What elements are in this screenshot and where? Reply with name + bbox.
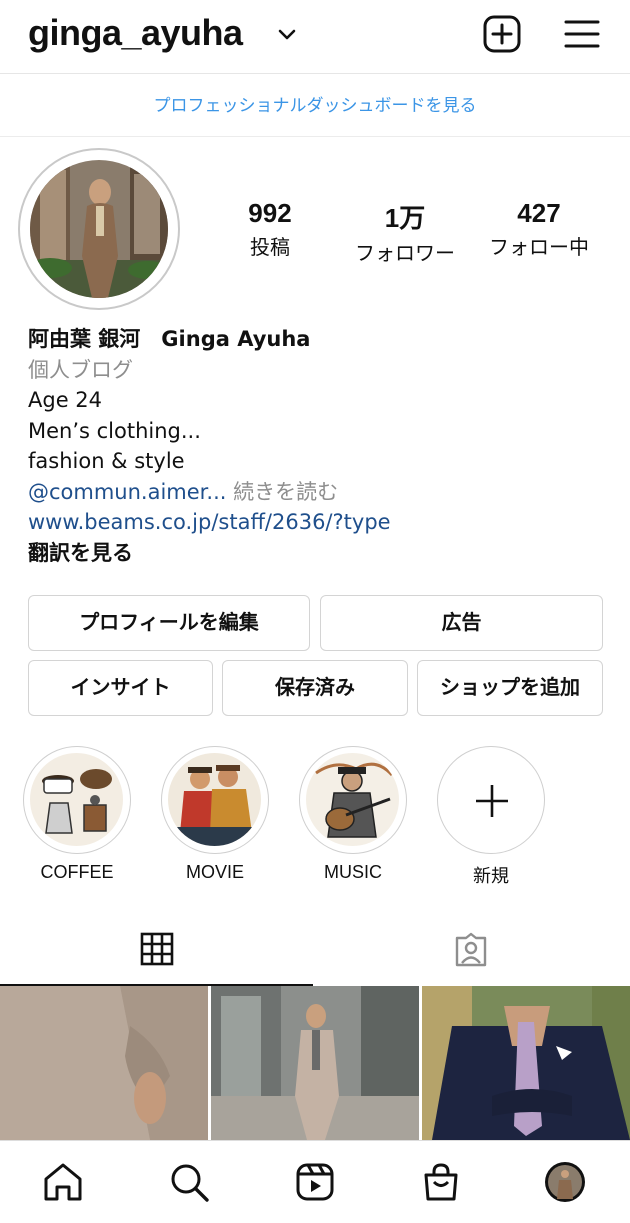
coffee-highlight-image bbox=[30, 753, 123, 846]
reels-icon[interactable] bbox=[294, 1161, 336, 1203]
new-post-icon[interactable] bbox=[482, 14, 522, 54]
add-shop-button[interactable]: ショップを追加 bbox=[417, 660, 603, 716]
posts-count[interactable]: 992 投稿 bbox=[200, 198, 340, 260]
profile-avatar-ring[interactable] bbox=[18, 148, 180, 310]
highlight-ring[interactable] bbox=[299, 746, 407, 854]
grid-post[interactable] bbox=[0, 986, 208, 1140]
profile-category: 個人ブログ bbox=[28, 357, 133, 382]
new-highlight-ring[interactable] bbox=[437, 746, 545, 854]
highlight-label: MUSIC bbox=[324, 862, 382, 882]
profile-avatar[interactable] bbox=[544, 1161, 586, 1203]
bio-line: Men’s clothing... bbox=[28, 418, 201, 443]
highlight-label: MOVIE bbox=[185, 862, 244, 882]
shop-icon[interactable] bbox=[420, 1161, 462, 1203]
edit-profile-button[interactable]: プロフィールを編集 bbox=[28, 595, 310, 651]
followers-count-label: フォロワー bbox=[355, 241, 455, 265]
posts-grid bbox=[0, 986, 630, 1140]
following-count-value: 427 bbox=[517, 198, 561, 228]
saved-button[interactable]: 保存済み bbox=[222, 660, 408, 716]
home-icon[interactable] bbox=[42, 1161, 84, 1203]
website-link[interactable]: www.beams.co.jp/staff/2636/?type bbox=[28, 507, 608, 538]
posts-count-value: 992 bbox=[248, 198, 292, 228]
movie-highlight-image bbox=[168, 753, 261, 846]
ads-button[interactable]: 広告 bbox=[320, 595, 603, 651]
profile-bio: 阿由葉 銀河 Ginga Ayuha 個人ブログ Age 24 Men’s cl… bbox=[28, 324, 608, 568]
highlight-music[interactable]: MUSIC bbox=[299, 746, 407, 883]
read-more-link[interactable]: 続きを読む bbox=[226, 480, 338, 504]
new-highlight[interactable]: 新規 bbox=[437, 746, 545, 888]
following-count-label: フォロー中 bbox=[489, 235, 589, 259]
professional-dashboard-link[interactable]: プロフェッショナルダッシュボードを見る bbox=[0, 75, 630, 137]
display-name: 阿由葉 銀河 Ginga Ayuha bbox=[28, 327, 311, 351]
see-translation-link[interactable]: 翻訳を見る bbox=[28, 538, 608, 569]
tab-tagged[interactable] bbox=[315, 914, 628, 986]
highlight-label: COFFEE bbox=[40, 862, 114, 882]
bio-mention-link[interactable]: @commun.aimer... bbox=[28, 480, 226, 504]
followers-count[interactable]: 1万 フォロワー bbox=[335, 198, 475, 266]
highlight-coffee[interactable]: COFFEE bbox=[23, 746, 131, 883]
following-count[interactable]: 427 フォロー中 bbox=[469, 198, 609, 260]
posts-count-label: 投稿 bbox=[250, 235, 290, 259]
top-bar: ginga_ayuha bbox=[0, 0, 630, 74]
bio-line: Age 24 bbox=[28, 388, 103, 412]
tab-posts-grid[interactable] bbox=[0, 914, 313, 986]
search-icon[interactable] bbox=[168, 1161, 210, 1203]
menu-icon[interactable] bbox=[562, 14, 602, 54]
highlight-ring[interactable] bbox=[23, 746, 131, 854]
username-switcher[interactable]: ginga_ayuha bbox=[28, 12, 243, 54]
bio-line: fashion & style bbox=[28, 449, 185, 473]
insights-button[interactable]: インサイト bbox=[28, 660, 213, 716]
bio-mention-line: @commun.aimer... 続きを読む bbox=[28, 477, 608, 508]
grid-icon bbox=[140, 932, 174, 966]
chevron-down-icon[interactable] bbox=[276, 24, 298, 46]
bottom-navigation bbox=[0, 1140, 630, 1223]
tagged-icon bbox=[455, 932, 487, 967]
plus-icon bbox=[476, 785, 508, 817]
profile-tabs bbox=[0, 914, 630, 986]
highlight-ring[interactable] bbox=[161, 746, 269, 854]
profile-avatar[interactable] bbox=[30, 160, 168, 298]
grid-post[interactable] bbox=[211, 986, 419, 1140]
highlight-movie[interactable]: MOVIE bbox=[161, 746, 269, 883]
grid-post[interactable] bbox=[422, 986, 630, 1140]
highlight-label: 新規 bbox=[473, 866, 509, 886]
followers-count-value: 1万 bbox=[384, 203, 426, 233]
music-highlight-image bbox=[306, 753, 399, 846]
